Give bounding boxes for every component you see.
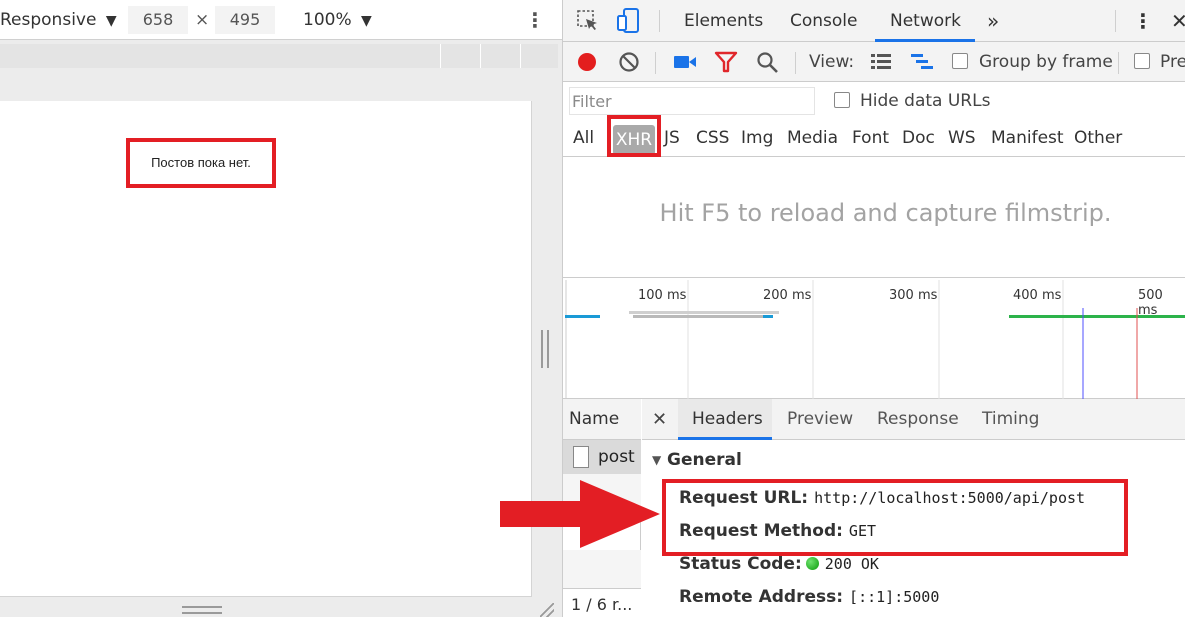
hide-data-urls-checkbox[interactable] xyxy=(834,92,850,108)
status-ok-icon xyxy=(805,557,819,570)
filter-input[interactable] xyxy=(569,87,815,115)
device-emulation-area: Responsive ▼ 658 × 495 100% ▼ ⋮ Постов п… xyxy=(0,0,562,617)
vertical-dots-icon[interactable]: ⋮ xyxy=(1133,0,1153,42)
chevron-down-icon: ▼ xyxy=(361,13,372,29)
preserve-log-checkbox[interactable] xyxy=(1134,53,1150,69)
tab-elements[interactable]: Elements xyxy=(684,0,763,42)
vertical-dots-icon[interactable]: ⋮ xyxy=(525,0,545,40)
remote-address-value: [::1]:5000 xyxy=(849,588,940,606)
remote-address-row: Remote Address: [::1]:5000 xyxy=(679,587,939,607)
network-toolbar: View: Group by frame Pre xyxy=(563,42,1185,82)
type-filter-font[interactable]: Font xyxy=(852,119,889,157)
request-detail-tabs: ✕ Headers Preview Response Timing xyxy=(642,399,1185,440)
status-code-value: 200 OK xyxy=(824,555,879,573)
filmstrip-area: Hit F5 to reload and capture filmstrip. xyxy=(563,157,1185,277)
type-filter-doc[interactable]: Doc xyxy=(902,119,935,157)
group-by-frame-checkbox[interactable] xyxy=(952,53,968,69)
media-bar-divider xyxy=(440,44,441,68)
large-rows-icon[interactable] xyxy=(869,52,893,72)
status-code-row: Status Code: 200 OK xyxy=(679,554,879,574)
filter-icon[interactable] xyxy=(714,51,738,73)
hide-data-urls-label: Hide data URLs xyxy=(860,91,991,111)
record-icon[interactable] xyxy=(576,51,598,73)
type-filter-manifest[interactable]: Manifest xyxy=(991,119,1064,157)
chevron-down-icon: ▼ xyxy=(105,13,117,29)
empty-posts-message: Постов пока нет. xyxy=(126,138,276,188)
timeline-tick-label: 500 ms xyxy=(1138,288,1163,318)
waterfall-icon[interactable] xyxy=(909,52,935,72)
type-filter-all[interactable]: All xyxy=(573,119,594,157)
type-filter-css[interactable]: CSS xyxy=(696,119,729,157)
type-filter-media[interactable]: Media xyxy=(787,119,838,157)
width-input[interactable]: 658 xyxy=(128,6,188,34)
toolbar-divider xyxy=(655,52,656,74)
type-filter-img[interactable]: Img xyxy=(741,119,773,157)
camera-icon[interactable] xyxy=(673,52,697,72)
device-select-label: Responsive xyxy=(0,10,97,30)
timeline-overview[interactable]: 100 ms 200 ms 300 ms 400 ms 500 ms xyxy=(563,277,1185,400)
resize-corner-handle[interactable] xyxy=(540,603,554,617)
tab-headers[interactable]: Headers xyxy=(692,399,763,440)
file-icon xyxy=(573,446,589,468)
xhr-highlight-box xyxy=(607,115,661,157)
media-bar-divider xyxy=(520,44,521,68)
tab-console[interactable]: Console xyxy=(790,0,858,42)
empty-row-stripe xyxy=(563,550,641,588)
general-section-title[interactable]: General xyxy=(667,450,742,470)
tab-network[interactable]: Network xyxy=(890,0,961,42)
media-bar-divider xyxy=(480,44,481,68)
request-row-name: post xyxy=(598,447,635,467)
toolbar-divider xyxy=(1118,52,1119,74)
toolbar-divider xyxy=(795,52,796,74)
more-tabs-icon[interactable]: » xyxy=(987,0,999,42)
devtools-tabbar: Elements Console Network » ⋮ ✕ xyxy=(563,0,1185,42)
resize-handle-right[interactable] xyxy=(541,330,549,368)
device-toolbar: Responsive ▼ 658 × 495 100% ▼ ⋮ xyxy=(0,0,562,40)
resize-handle-bottom[interactable] xyxy=(182,606,222,614)
status-code-label: Status Code: xyxy=(679,554,802,574)
close-icon[interactable]: ✕ xyxy=(652,399,667,440)
timeline-tick-label: 100 ms xyxy=(638,288,687,303)
toolbar-divider xyxy=(659,10,660,32)
view-label: View: xyxy=(809,52,855,72)
times-icon: × xyxy=(195,10,210,30)
media-query-bar[interactable] xyxy=(0,44,558,68)
triangle-down-icon[interactable]: ▼ xyxy=(652,453,661,467)
zoom-label: 100% xyxy=(303,10,352,30)
inspect-element-icon[interactable] xyxy=(575,9,601,33)
filmstrip-hint: Hit F5 to reload and capture filmstrip. xyxy=(659,199,1112,227)
red-pointer-arrow-icon xyxy=(500,480,660,548)
clear-icon[interactable] xyxy=(618,51,640,73)
close-icon[interactable]: ✕ xyxy=(1171,0,1185,42)
search-icon[interactable] xyxy=(756,51,780,75)
zoom-select[interactable]: 100% ▼ xyxy=(303,0,372,40)
device-select[interactable]: Responsive ▼ xyxy=(0,0,117,40)
group-by-frame-label: Group by frame xyxy=(979,52,1113,72)
name-column-header[interactable]: Name xyxy=(563,399,641,440)
request-count-summary: 1 / 6 r... xyxy=(563,588,641,617)
request-info-highlight-box xyxy=(662,479,1128,556)
height-input[interactable]: 495 xyxy=(215,6,275,34)
toolbar-divider xyxy=(1115,10,1116,32)
tab-timing[interactable]: Timing xyxy=(982,399,1039,440)
request-row[interactable]: post xyxy=(563,440,641,474)
remote-address-label: Remote Address: xyxy=(679,587,844,607)
type-filter-other[interactable]: Other xyxy=(1074,119,1122,157)
type-filter-js[interactable]: JS xyxy=(664,119,680,157)
tab-response[interactable]: Response xyxy=(877,399,959,440)
type-filter-ws[interactable]: WS xyxy=(948,119,976,157)
timeline-tick-label: 400 ms xyxy=(1013,288,1062,303)
timeline-tick-label: 200 ms xyxy=(763,288,812,303)
filter-row: Hide data URLs xyxy=(563,83,1185,119)
device-toggle-icon[interactable] xyxy=(615,7,641,35)
preserve-log-label: Pre xyxy=(1160,52,1185,72)
timeline-tick-label: 300 ms xyxy=(889,288,938,303)
tab-preview[interactable]: Preview xyxy=(787,399,853,440)
